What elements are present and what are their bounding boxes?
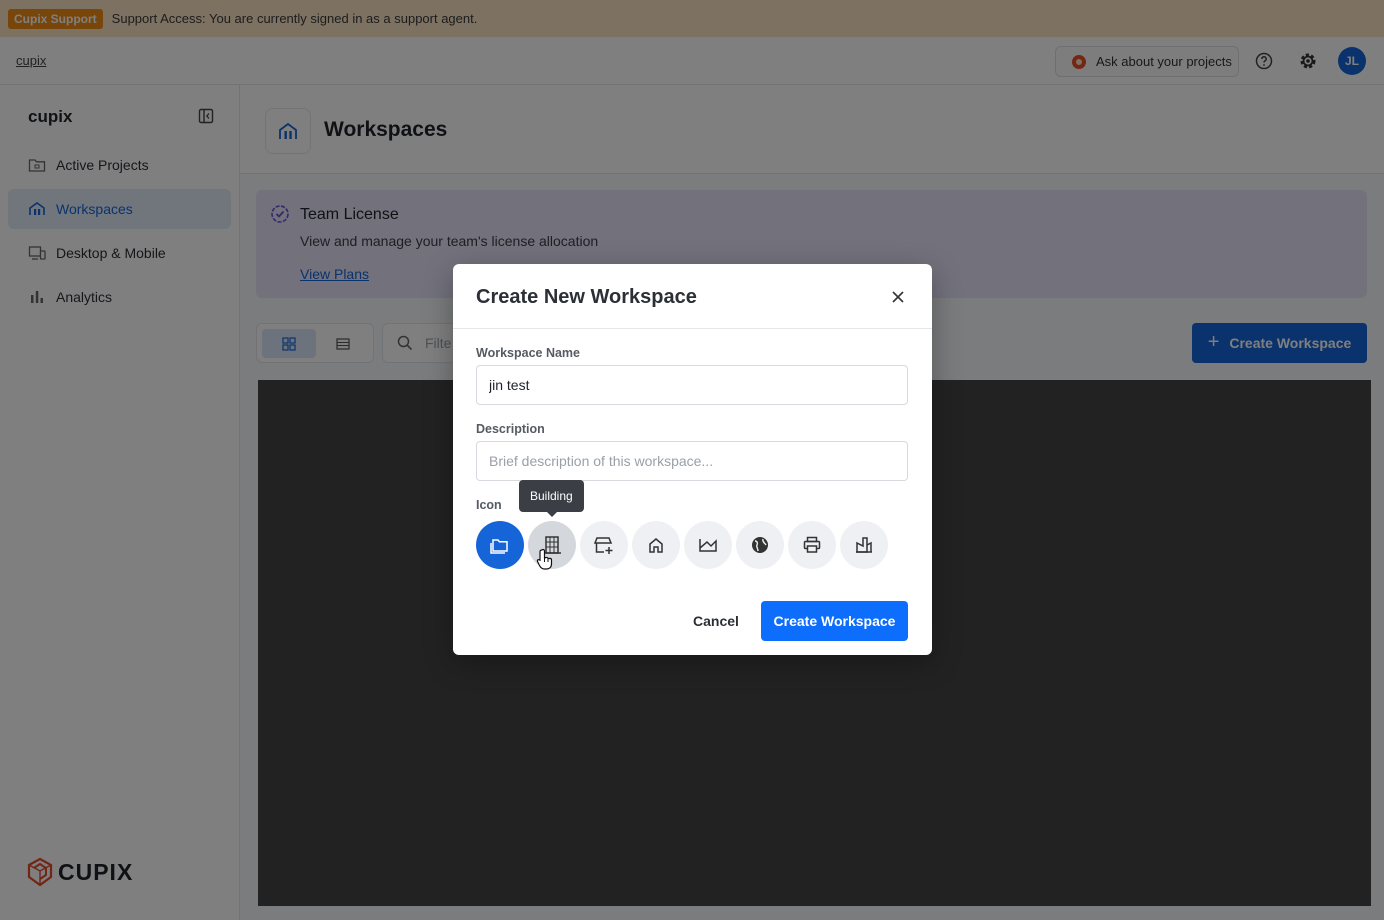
icon-option-globe[interactable]: [736, 521, 784, 569]
create-workspace-dialog: Create New Workspace Workspace Name Desc…: [453, 264, 932, 655]
globe-icon: [752, 537, 768, 553]
dialog-title: Create New Workspace: [476, 286, 697, 308]
close-icon[interactable]: [889, 288, 907, 306]
workspace-name-label: Workspace Name: [476, 346, 580, 360]
create-workspace-submit-button[interactable]: Create Workspace: [761, 601, 908, 641]
factory-icon: [856, 537, 872, 553]
icon-label: Icon: [476, 498, 502, 512]
dialog-divider: [453, 328, 932, 329]
icon-option-factory[interactable]: [840, 521, 888, 569]
icon-option-printer[interactable]: [788, 521, 836, 569]
landscape-icon: [699, 539, 717, 552]
printer-icon: [803, 536, 821, 553]
cancel-button[interactable]: Cancel: [679, 601, 753, 641]
hand-pointer-icon: [536, 548, 554, 570]
icon-option-home[interactable]: [632, 521, 680, 569]
store-icon: [593, 537, 613, 554]
description-input[interactable]: [476, 441, 908, 481]
icon-option-store[interactable]: [580, 521, 628, 569]
icon-option-folder[interactable]: [476, 521, 524, 569]
icon-option-landscape[interactable]: [684, 521, 732, 569]
icon-tooltip: Building: [519, 480, 584, 517]
folder-icon: [490, 539, 508, 554]
workspace-name-input[interactable]: [476, 365, 908, 405]
description-label: Description: [476, 422, 545, 436]
home-icon: [649, 538, 663, 553]
